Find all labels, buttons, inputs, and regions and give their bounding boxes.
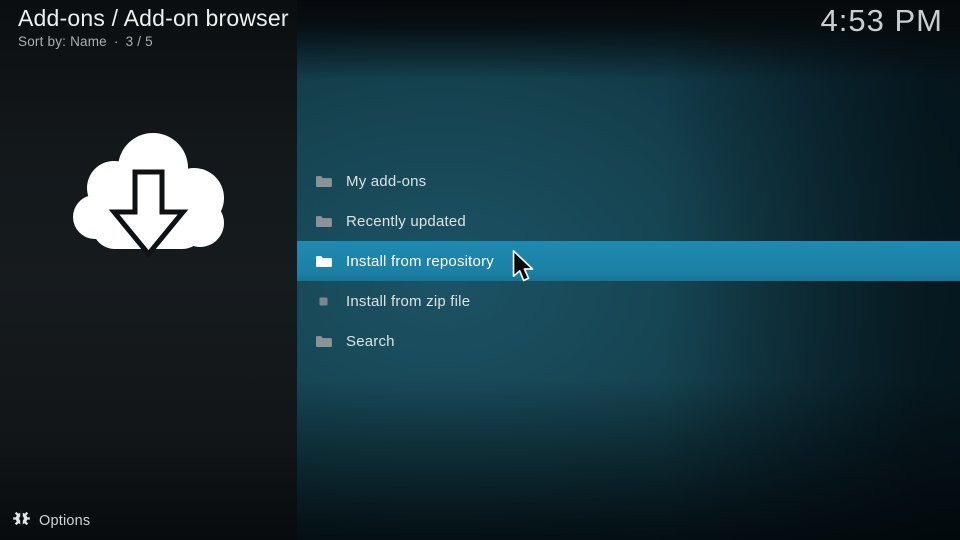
menu-item-my-addons[interactable]: My add-ons: [297, 161, 960, 201]
folder-icon: [314, 214, 332, 228]
clock: 4:53 PM: [821, 3, 943, 39]
menu-item-label: My add-ons: [346, 173, 426, 190]
menu-item-label: Install from zip file: [346, 293, 470, 310]
folder-icon: [314, 334, 332, 348]
menu-item-install-from-zip[interactable]: Install from zip file: [297, 281, 960, 321]
menu-item-label: Install from repository: [346, 253, 494, 270]
item-position: 3 / 5: [126, 34, 153, 49]
folder-icon: [314, 174, 332, 188]
folder-icon: [314, 254, 332, 268]
options-button[interactable]: Options: [13, 510, 90, 532]
menu-item-recently-updated[interactable]: Recently updated: [297, 201, 960, 241]
menu-item-label: Recently updated: [346, 213, 466, 230]
gear-icon: [13, 510, 30, 532]
sort-info[interactable]: Sort by: Name · 3 / 5: [18, 34, 289, 49]
menu-item-search[interactable]: Search: [297, 321, 960, 361]
separator: ·: [114, 34, 119, 49]
file-icon: [314, 294, 332, 308]
cloud-download-icon: [72, 124, 224, 266]
header: Add-ons / Add-on browser Sort by: Name · 3…: [18, 5, 289, 49]
menu-item-install-from-repository[interactable]: Install from repository: [297, 241, 960, 281]
sort-by-label: Sort by: Name: [18, 34, 107, 49]
addon-menu: My add-ons Recently updated Install from…: [297, 161, 960, 361]
options-label: Options: [39, 513, 90, 529]
sidebar: Options: [0, 0, 297, 540]
page-title: Add-ons / Add-on browser: [18, 5, 289, 32]
menu-item-label: Search: [346, 333, 395, 350]
